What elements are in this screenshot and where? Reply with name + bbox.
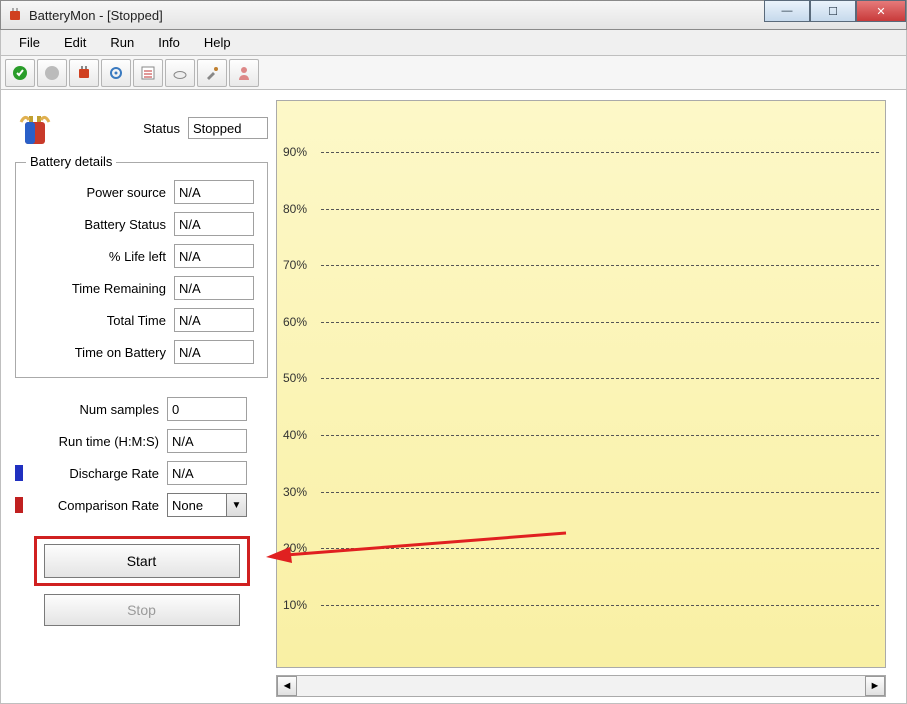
ytick-90: 90% [283,145,307,159]
app-icon [7,7,23,23]
battery-status-label: Battery Status [22,217,174,232]
run-time-label: Run time (H:M:S) [15,434,167,449]
menu-help[interactable]: Help [192,32,243,53]
ytick-80: 80% [283,202,307,216]
left-panel: Status Stopped Battery details Power sou… [1,90,276,703]
minimize-button[interactable]: — [764,0,810,22]
ytick-10: 10% [283,598,307,612]
window-title: BatteryMon - [Stopped] [29,8,163,23]
battery-large-icon [15,108,55,148]
menu-edit[interactable]: Edit [52,32,98,53]
menu-file[interactable]: File [7,32,52,53]
start-icon[interactable] [5,59,35,87]
battery-details-title: Battery details [26,154,116,169]
close-button[interactable]: ✕ [856,0,906,22]
battery-status-value: N/A [174,212,254,236]
ytick-60: 60% [283,315,307,329]
stop-button[interactable]: Stop [44,594,240,626]
total-time-value: N/A [174,308,254,332]
start-highlight-box: Start [34,536,250,586]
discharge-rate-label: Discharge Rate [25,466,167,481]
battery-details-group: Battery details Power sourceN/A Battery … [15,162,268,378]
power-source-value: N/A [174,180,254,204]
ytick-50: 50% [283,371,307,385]
status-value: Stopped [188,117,268,139]
client-area: Status Stopped Battery details Power sou… [0,90,907,704]
window-titlebar: BatteryMon - [Stopped] — ☐ ✕ [0,0,907,30]
total-time-label: Total Time [22,313,174,328]
stop-icon[interactable] [37,59,67,87]
scroll-left-icon[interactable]: ◄ [277,676,297,696]
run-time-value: N/A [167,429,247,453]
ytick-70: 70% [283,258,307,272]
chevron-down-icon: ▼ [226,494,246,516]
discharge-rate-value: N/A [167,461,247,485]
person-icon[interactable] [229,59,259,87]
discharge-color-marker [15,465,23,481]
ytick-30: 30% [283,485,307,499]
chart-panel: 90% 80% 70% 60% 50% 40% 30% 20% 10% ◄ ► [276,90,906,703]
status-label: Status [61,121,188,136]
time-on-battery-label: Time on Battery [22,345,174,360]
time-remaining-label: Time Remaining [22,281,174,296]
life-left-label: % Life left [22,249,174,264]
comparison-rate-label: Comparison Rate [25,498,167,513]
num-samples-value: 0 [167,397,247,421]
ytick-40: 40% [283,428,307,442]
tool-icon[interactable] [197,59,227,87]
time-remaining-value: N/A [174,276,254,300]
menu-info[interactable]: Info [146,32,192,53]
comparison-color-marker [15,497,23,513]
start-button[interactable]: Start [44,544,240,578]
time-on-battery-value: N/A [174,340,254,364]
config-icon[interactable] [101,59,131,87]
menu-run[interactable]: Run [98,32,146,53]
toolbar [0,56,907,90]
maximize-button[interactable]: ☐ [810,0,856,22]
checklist-icon[interactable] [133,59,163,87]
life-left-value: N/A [174,244,254,268]
chart-horizontal-scrollbar[interactable]: ◄ ► [276,675,886,697]
battery-icon[interactable] [69,59,99,87]
ytick-20: 20% [283,541,307,555]
num-samples-label: Num samples [15,402,167,417]
comparison-rate-select[interactable]: None ▼ [167,493,247,517]
comparison-rate-value: None [172,498,203,513]
menu-bar: File Edit Run Info Help [0,30,907,56]
power-source-label: Power source [22,185,174,200]
cloud-icon[interactable] [165,59,195,87]
chart-area: 90% 80% 70% 60% 50% 40% 30% 20% 10% [276,100,886,668]
scroll-right-icon[interactable]: ► [865,676,885,696]
